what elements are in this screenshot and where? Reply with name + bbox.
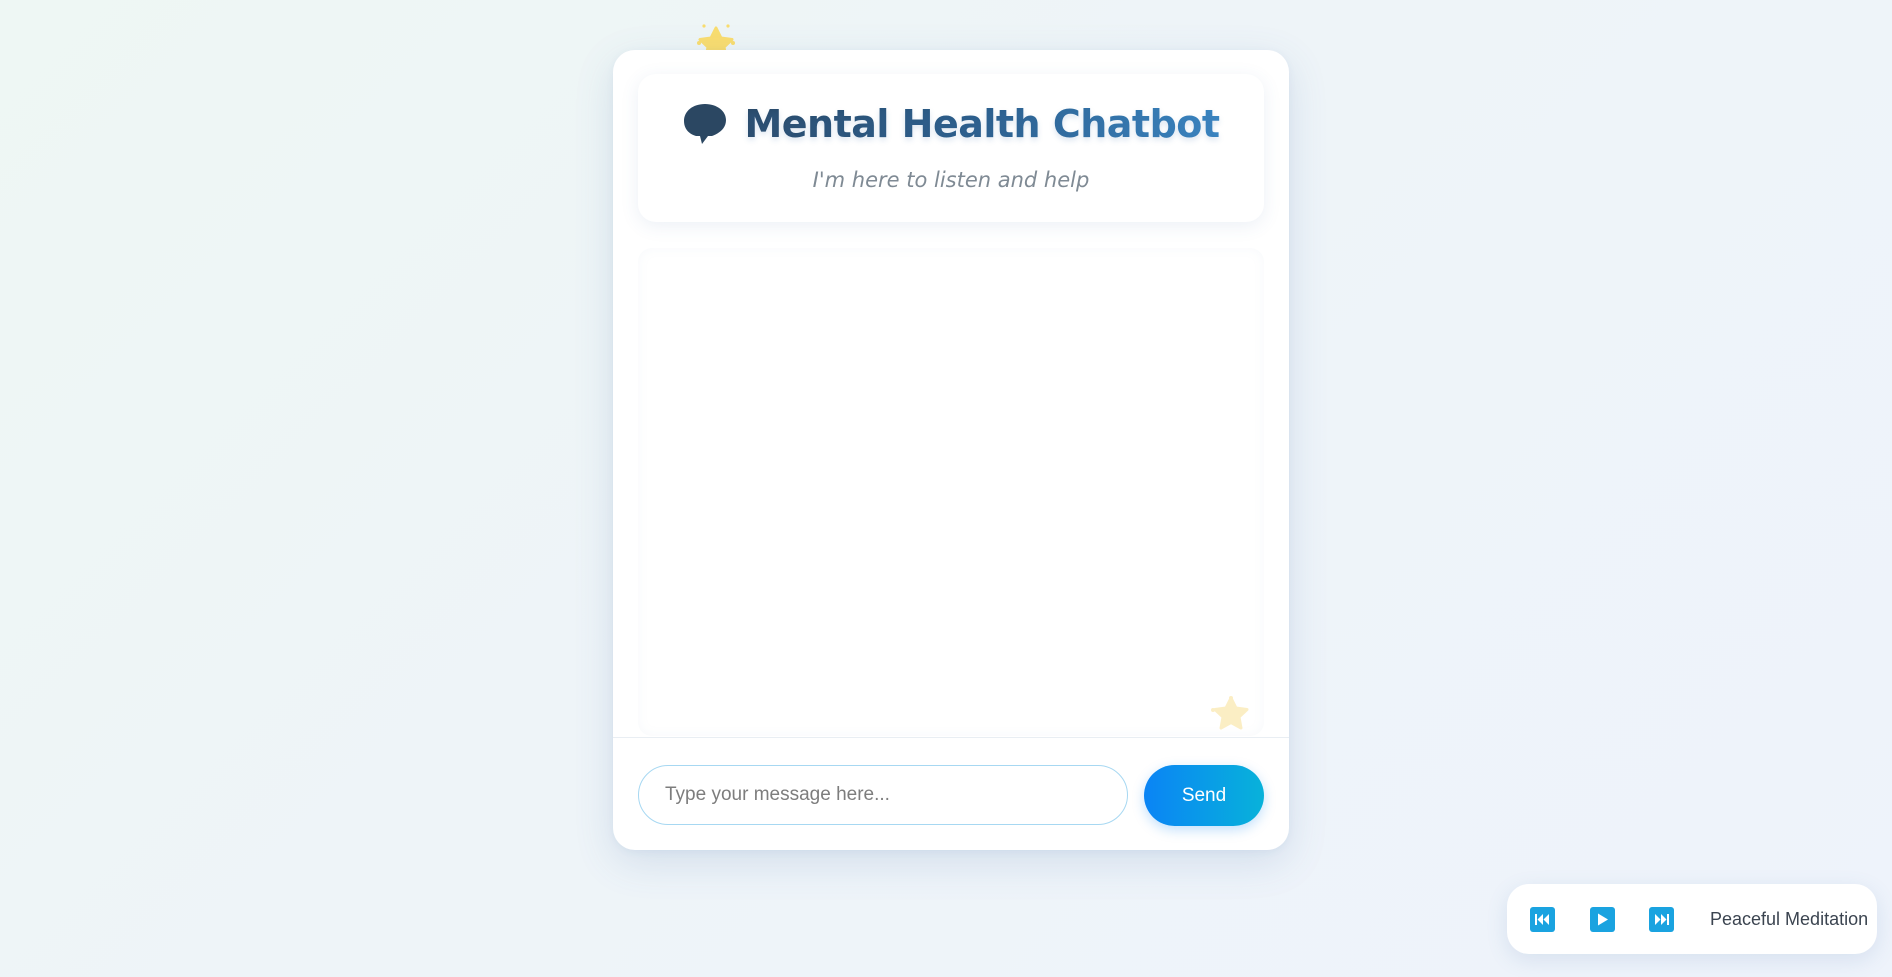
track-title: Peaceful Meditation bbox=[1710, 909, 1869, 929]
play-icon bbox=[1598, 913, 1608, 926]
previous-icon bbox=[1535, 914, 1549, 925]
brain-icon bbox=[684, 104, 727, 144]
message-input[interactable] bbox=[638, 765, 1128, 825]
previous-track-button[interactable] bbox=[1530, 907, 1555, 932]
page-title: Mental Health Chatbot bbox=[744, 102, 1220, 146]
play-button[interactable] bbox=[1590, 907, 1615, 932]
message-input-wrapper bbox=[638, 765, 1128, 825]
star-decoration-icon bbox=[1211, 696, 1249, 730]
chat-header: Mental Health Chatbot I'm here to listen… bbox=[638, 74, 1264, 222]
next-icon bbox=[1655, 914, 1669, 925]
divider bbox=[613, 737, 1289, 738]
message-list[interactable] bbox=[638, 248, 1264, 736]
send-button[interactable]: Send bbox=[1144, 765, 1264, 826]
next-track-button[interactable] bbox=[1649, 907, 1674, 932]
music-player: Peaceful Meditation bbox=[1507, 884, 1877, 954]
page-subtitle: I'm here to listen and help bbox=[812, 168, 1090, 192]
chat-card: Mental Health Chatbot I'm here to listen… bbox=[613, 50, 1289, 850]
